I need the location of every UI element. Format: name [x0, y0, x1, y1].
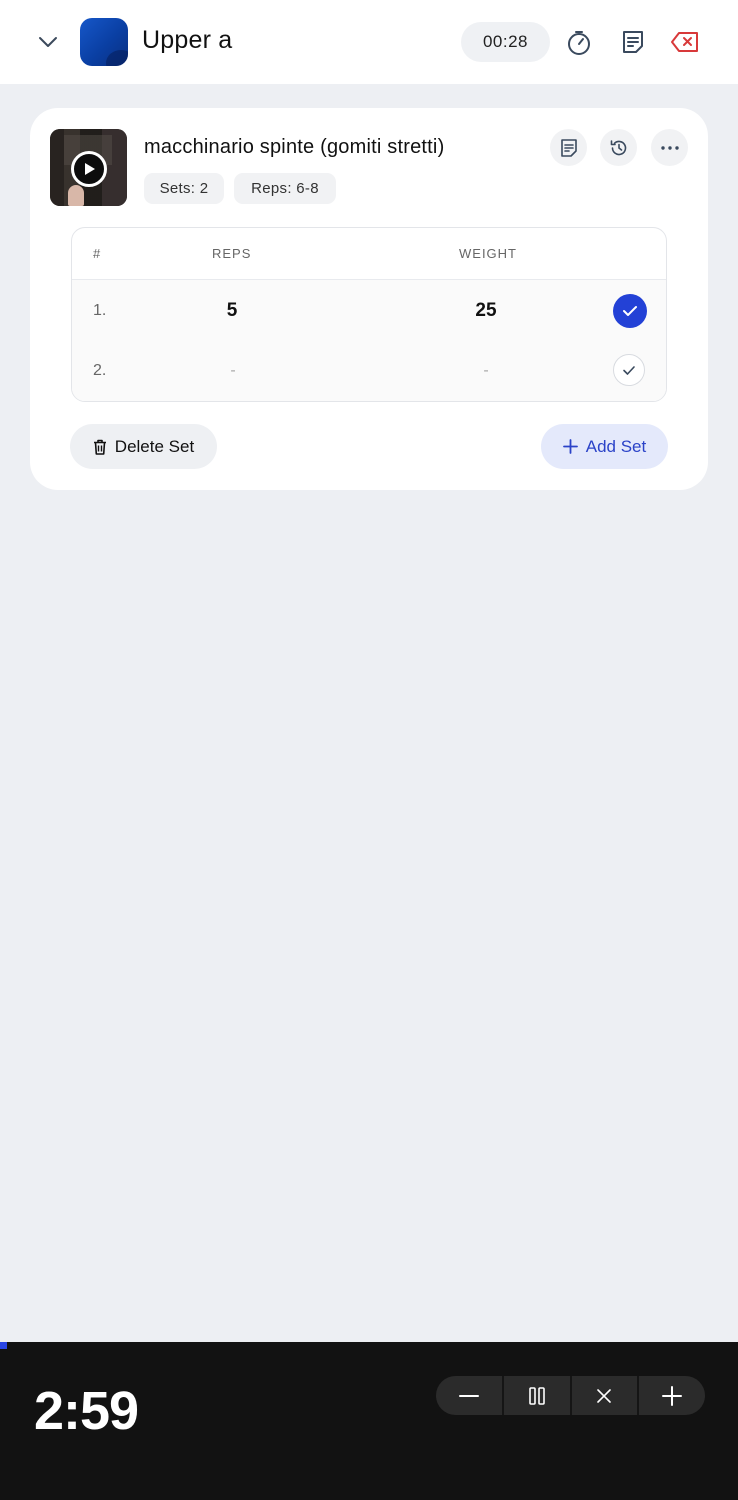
- rest-timer-progress: [0, 1342, 8, 1349]
- rest-timer-controls: [436, 1376, 705, 1415]
- delete-set-label: Delete Set: [114, 436, 195, 456]
- column-header-weight: WEIGHT: [459, 246, 517, 261]
- discard-icon[interactable]: [669, 26, 701, 58]
- notes-icon: [560, 138, 577, 157]
- close-timer-button[interactable]: [572, 1376, 640, 1415]
- sets-table: # REPS WEIGHT 1. 5 25 2. - -: [71, 227, 667, 402]
- workout-header: Upper a 00:28: [0, 0, 738, 84]
- reps-value[interactable]: 5: [227, 300, 238, 322]
- exercise-more-button[interactable]: [651, 129, 688, 166]
- column-header-reps: REPS: [212, 246, 252, 261]
- rest-timer-time: 2:59: [34, 1381, 139, 1441]
- trash-icon: [93, 439, 106, 455]
- notes-icon[interactable]: [617, 26, 649, 58]
- add-set-button[interactable]: Add Set: [541, 424, 668, 469]
- pause-timer-button[interactable]: [504, 1376, 572, 1415]
- elapsed-time: 00:28: [461, 22, 550, 62]
- more-icon: [660, 145, 679, 150]
- set-complete-checkbox[interactable]: [613, 354, 645, 386]
- exercise-history-button[interactable]: [600, 129, 637, 166]
- workout-title[interactable]: Upper a: [142, 26, 232, 55]
- table-row: 1. 5 25: [72, 280, 666, 342]
- chevron-down-icon[interactable]: [34, 28, 62, 56]
- exercise-card: macchinario spinte (gomiti stretti) Sets…: [30, 108, 708, 490]
- weight-value[interactable]: 25: [475, 300, 496, 322]
- add-set-label: Add Set: [585, 436, 647, 456]
- reps-value[interactable]: -: [230, 362, 235, 380]
- plus-icon: [562, 439, 578, 454]
- exercise-name[interactable]: macchinario spinte (gomiti stretti): [144, 136, 444, 159]
- table-header: # REPS WEIGHT: [72, 228, 666, 280]
- column-header-number: #: [93, 246, 102, 261]
- set-number: 2.: [93, 362, 107, 379]
- exercise-video-thumbnail[interactable]: [50, 129, 127, 206]
- decrease-time-button[interactable]: [436, 1376, 504, 1415]
- increase-time-button[interactable]: [639, 1376, 705, 1415]
- reps-tag: Reps: 6-8: [234, 173, 336, 204]
- check-icon: [623, 306, 637, 316]
- exercise-notes-button[interactable]: [550, 129, 587, 166]
- plus-icon: [662, 1385, 683, 1406]
- play-icon[interactable]: [71, 151, 107, 187]
- sets-tag: Sets: 2: [144, 173, 224, 204]
- rest-timer-bar: 2:59: [0, 1342, 738, 1500]
- weight-value[interactable]: -: [483, 362, 488, 380]
- close-icon: [597, 1388, 612, 1403]
- table-row: 2. - -: [72, 342, 666, 401]
- set-complete-checkbox[interactable]: [613, 294, 647, 328]
- workout-icon: [80, 18, 128, 66]
- pause-icon: [528, 1386, 545, 1405]
- minus-icon: [458, 1394, 479, 1397]
- stopwatch-icon[interactable]: [563, 26, 595, 58]
- check-icon: [623, 365, 635, 375]
- history-icon: [610, 139, 626, 155]
- delete-set-button[interactable]: Delete Set: [70, 424, 217, 469]
- set-number: 1.: [93, 302, 107, 319]
